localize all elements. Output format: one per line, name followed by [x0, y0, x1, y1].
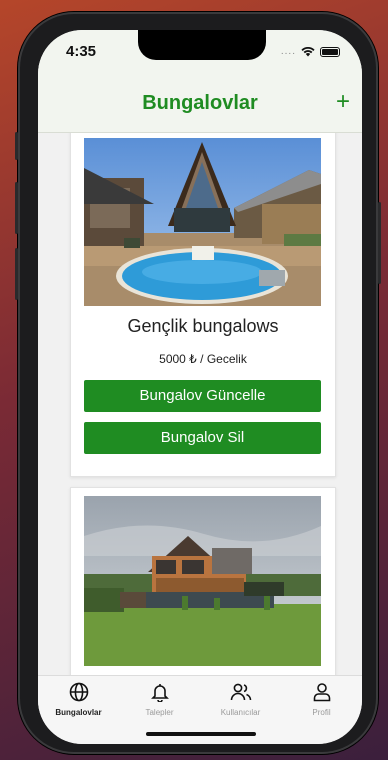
globe-icon [69, 682, 88, 702]
page-title: Bungalovlar [142, 92, 258, 114]
bungalow-card: Gençlik bungalows 5000 ₺ / Gecelik Bunga… [70, 133, 336, 477]
tab-label: Kullanıcılar [220, 708, 261, 717]
tab-bar: Bungalovlar Talepler Kullanıcılar Profil [38, 675, 362, 744]
bungalow-list[interactable]: Gençlik bungalows 5000 ₺ / Gecelik Bunga… [38, 133, 362, 676]
home-indicator [146, 732, 256, 736]
volume-up-button [15, 182, 18, 234]
bungalow-name: Gençlik bungalows [127, 316, 279, 336]
bungalow-photo [84, 138, 321, 306]
person-icon [313, 683, 330, 702]
app-screen: 4:35 .... Bungalovlar + Gençlik bungalow… [38, 30, 362, 744]
volume-down-button [15, 248, 18, 300]
app-header: Bungalovlar + [38, 80, 362, 133]
signal-dots: .... [280, 46, 296, 57]
wifi-icon [301, 46, 315, 57]
status-icons: .... [281, 46, 340, 57]
bungalow-price: 5000 ₺ / Gecelik [159, 352, 247, 366]
delete-bungalow-button[interactable]: Bungalov Sil [84, 422, 321, 454]
tab-label: Talepler [145, 708, 174, 717]
tab-bungalovlar[interactable]: Bungalovlar [38, 682, 119, 717]
status-bar: 4:35 .... [38, 30, 362, 80]
add-bungalow-button[interactable]: + [336, 88, 350, 116]
battery-icon [320, 46, 340, 57]
tab-label: Profil [312, 708, 331, 717]
tab-kullanicilar[interactable]: Kullanıcılar [200, 682, 281, 717]
notch [138, 30, 266, 60]
tab-label: Bungalovlar [55, 708, 102, 717]
users-icon [230, 683, 251, 701]
bungalow-card [70, 487, 336, 676]
mute-switch [15, 132, 18, 160]
tab-profil[interactable]: Profil [281, 682, 362, 717]
bell-icon [150, 684, 169, 702]
bungalow-photo [84, 496, 321, 666]
tab-talepler[interactable]: Talepler [119, 682, 200, 717]
status-time: 4:35 [66, 43, 97, 60]
update-bungalow-button[interactable]: Bungalov Güncelle [84, 380, 321, 412]
power-button [378, 202, 381, 284]
